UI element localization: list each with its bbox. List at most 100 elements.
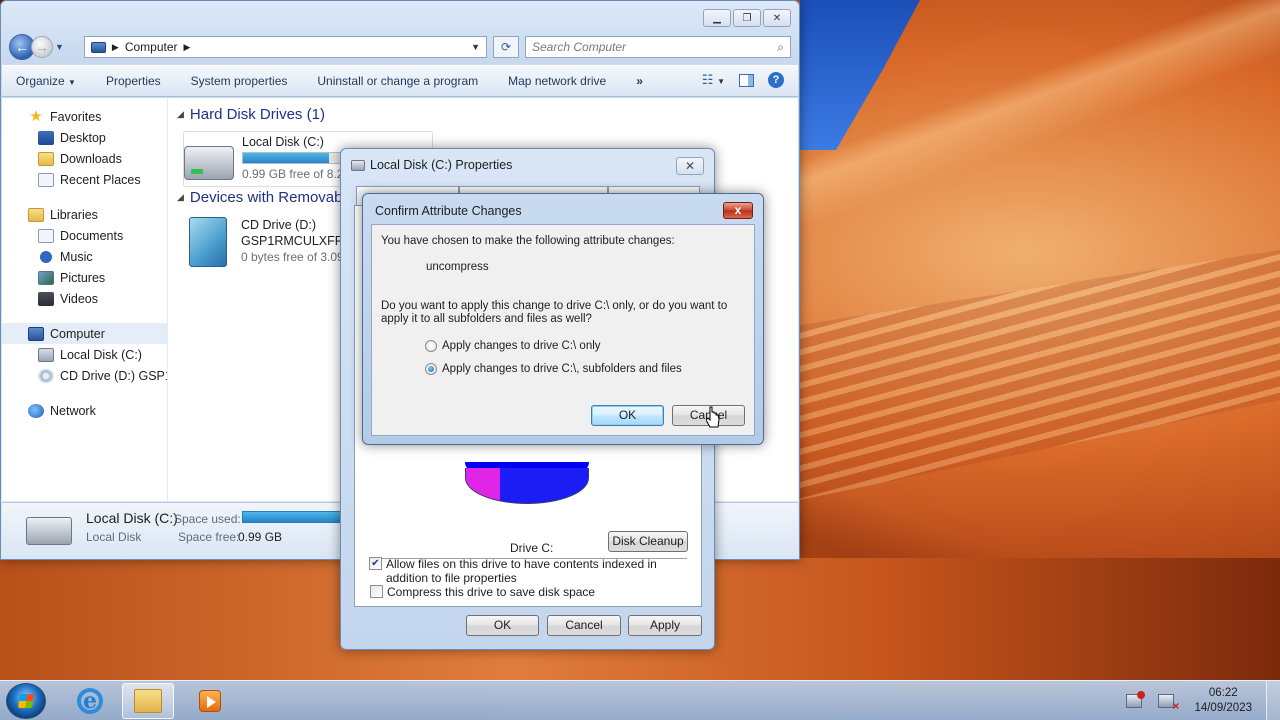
nav-network[interactable]: Network [2, 400, 167, 421]
forward-button[interactable]: → [31, 36, 53, 58]
nav-downloads-label: Downloads [60, 151, 122, 166]
removable-group-header[interactable]: ◢ Devices with Removab [177, 189, 342, 206]
organize-menu[interactable]: Organize ▼ [16, 74, 91, 88]
desktop-icon [38, 130, 54, 145]
nav-local-disk[interactable]: Local Disk (C:) [2, 344, 167, 365]
option-drive-only[interactable]: Apply changes to drive C:\ only [425, 340, 601, 352]
taskbar-media-player[interactable] [184, 683, 236, 719]
uninstall-program-button[interactable]: Uninstall or change a program [317, 74, 493, 88]
windows-explorer-icon [134, 689, 162, 713]
nav-desktop-label: Desktop [60, 130, 106, 145]
compress-checkbox[interactable] [370, 585, 383, 598]
nav-cd-drive-label: CD Drive (D:) GSP1R [60, 368, 167, 383]
volume-muted-icon[interactable] [1158, 694, 1179, 713]
nav-favorites[interactable]: ★ Favorites [2, 106, 167, 127]
option-subfolders[interactable]: Apply changes to drive C:\, subfolders a… [425, 363, 682, 375]
nav-network-label: Network [50, 403, 96, 418]
search-icon[interactable]: ⌕ [777, 40, 784, 55]
drive-only-radio[interactable] [425, 340, 437, 352]
cd-drive-icon [38, 368, 54, 383]
nav-pictures[interactable]: Pictures [2, 267, 167, 288]
nav-libraries[interactable]: Libraries [2, 204, 167, 225]
system-properties-button[interactable]: System properties [191, 74, 303, 88]
breadcrumb-computer[interactable]: Computer [125, 40, 178, 54]
disk-cleanup-button[interactable]: Disk Cleanup [608, 531, 688, 552]
nav-desktop[interactable]: Desktop [2, 127, 167, 148]
star-icon: ★ [29, 107, 43, 125]
media-player-icon [199, 690, 221, 712]
nav-videos[interactable]: Videos [2, 288, 167, 309]
local-disk-capacity-bar [242, 152, 342, 164]
start-button[interactable] [6, 683, 46, 719]
clock[interactable]: 06:22 14/09/2023 [1194, 686, 1252, 716]
downloads-folder-icon [38, 151, 54, 166]
internet-explorer-icon [77, 688, 103, 714]
computer-icon [90, 41, 106, 53]
confirm-question-text: Do you want to apply this change to driv… [381, 300, 728, 325]
space-used-bar [242, 511, 342, 523]
show-desktop-button[interactable] [1266, 681, 1280, 720]
local-disk-icon [38, 347, 54, 362]
compress-option[interactable]: Compress this drive to save disk space [370, 585, 595, 599]
breadcrumb-chevron-icon[interactable]: ▶ [184, 42, 191, 53]
search-placeholder: Search Computer [532, 40, 627, 54]
recent-places-icon [38, 172, 54, 187]
recent-pages-dropdown-icon[interactable]: ▼ [55, 42, 64, 52]
action-center-icon[interactable] [1126, 691, 1146, 708]
maximize-button[interactable]: ❐ [733, 9, 761, 27]
drive-only-label: Apply changes to drive C:\ only [442, 340, 601, 352]
disk-usage-pie-chart [465, 468, 589, 504]
properties-cancel-button[interactable]: Cancel [547, 615, 621, 636]
nav-computer-label: Computer [50, 326, 105, 341]
subfolders-radio[interactable] [425, 363, 437, 375]
nav-recent-places[interactable]: Recent Places [2, 169, 167, 190]
local-disk-free-space: 0.99 GB free of 8.26 [242, 167, 351, 181]
nav-recent-label: Recent Places [60, 172, 141, 187]
properties-button[interactable]: Properties [106, 74, 176, 88]
taskbar-internet-explorer[interactable] [64, 683, 116, 719]
breadcrumb-separator-icon[interactable]: ▶ [112, 42, 119, 53]
nav-libraries-label: Libraries [50, 207, 98, 222]
nav-favorites-label: Favorites [50, 109, 102, 124]
drive-label: Drive C: [510, 541, 554, 555]
more-commands-button[interactable]: » [636, 74, 658, 88]
minimize-button[interactable]: ▁ [703, 9, 731, 27]
map-network-drive-button[interactable]: Map network drive [508, 74, 621, 88]
taskbar-windows-explorer[interactable] [122, 683, 174, 719]
system-tray: 06:22 14/09/2023 [1126, 681, 1280, 720]
computer-icon [28, 326, 44, 341]
navigation-row: ← → ▼ ▶ Computer ▶ ▼ ⟳ Search Computer ⌕ [9, 34, 791, 60]
videos-icon [38, 291, 54, 306]
hard-disk-group-label: Hard Disk Drives (1) [189, 106, 325, 123]
address-bar[interactable]: ▶ Computer ▶ ▼ [83, 36, 487, 58]
nav-music[interactable]: Music [2, 246, 167, 267]
index-label: Allow files on this drive to have conten… [386, 557, 657, 585]
confirm-close-button[interactable]: x [723, 202, 753, 219]
confirm-attribute-changes-dialog: Confirm Attribute Changes x You have cho… [362, 193, 764, 445]
refresh-button[interactable]: ⟳ [493, 36, 519, 58]
confirm-intro-text: You have chosen to make the following at… [381, 235, 675, 247]
hard-disk-group-header[interactable]: ◢ Hard Disk Drives (1) [177, 106, 325, 123]
properties-close-button[interactable]: ✕ [676, 157, 704, 175]
nav-cd-drive[interactable]: CD Drive (D:) GSP1R [2, 365, 167, 386]
close-button[interactable]: ✕ [763, 9, 791, 27]
preview-pane-icon[interactable] [739, 73, 754, 87]
properties-apply-button[interactable]: Apply [628, 615, 702, 636]
address-dropdown-icon[interactable]: ▼ [471, 42, 480, 52]
taskbar: 06:22 14/09/2023 [0, 680, 1280, 720]
change-view-icon[interactable]: ☷ ▼ [702, 72, 725, 88]
properties-ok-button[interactable]: OK [466, 615, 539, 636]
index-checkbox[interactable]: ✔ [369, 557, 382, 570]
mouse-cursor-icon [706, 406, 720, 428]
music-icon [40, 250, 52, 263]
nav-documents[interactable]: Documents [2, 225, 167, 246]
nav-computer[interactable]: Computer [2, 323, 167, 344]
local-disk-name: Local Disk (C:) [242, 135, 324, 149]
index-option[interactable]: ✔ Allow files on this drive to have cont… [369, 557, 689, 585]
confirm-ok-button[interactable]: OK [591, 405, 664, 426]
nav-music-label: Music [60, 249, 93, 264]
help-icon[interactable]: ? [768, 72, 784, 88]
nav-downloads[interactable]: Downloads [2, 148, 167, 169]
search-input[interactable]: Search Computer ⌕ [525, 36, 791, 58]
subfolders-label: Apply changes to drive C:\, subfolders a… [442, 363, 682, 375]
